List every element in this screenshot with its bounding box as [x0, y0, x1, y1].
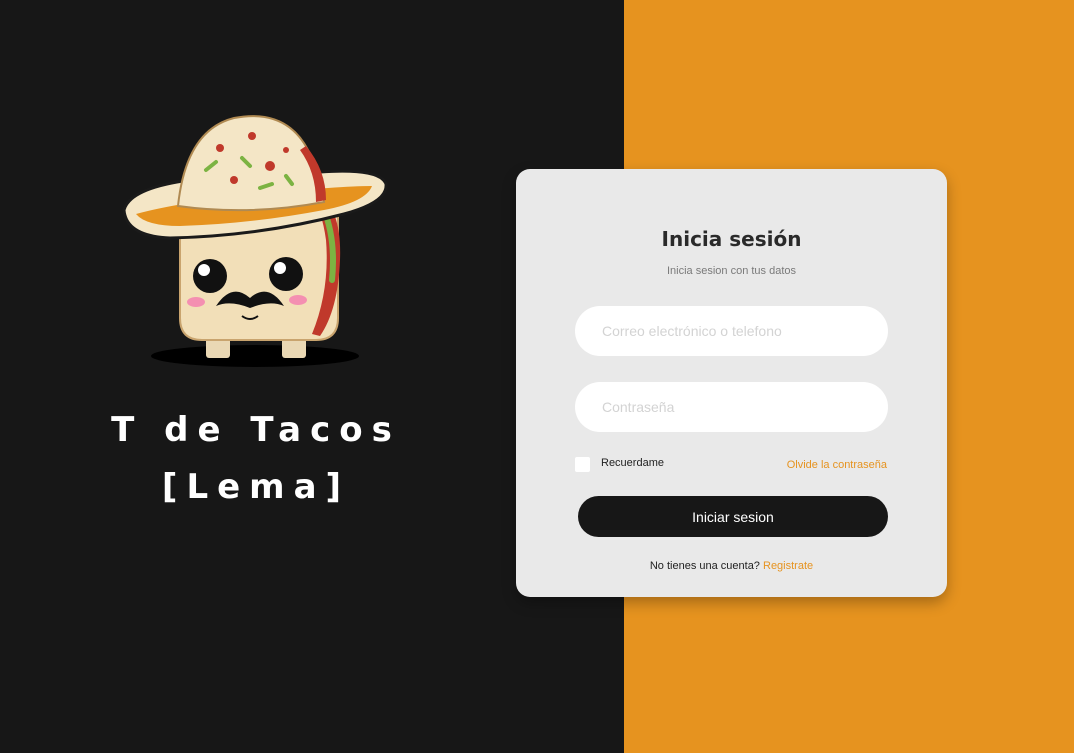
password-input[interactable] [575, 382, 888, 432]
login-subtitle: Inicia sesion con tus datos [666, 265, 797, 277]
signup-prompt: No tienes una cuenta? [649, 560, 760, 572]
brand-name: T de Tacos [111, 410, 401, 450]
brand-slogan: [Lema] [161, 467, 351, 507]
taco-mascot-icon [122, 115, 388, 367]
login-title: Inicia sesión [661, 227, 802, 251]
forgot-password-link[interactable]: Olvide la contraseña [787, 459, 887, 471]
signup-link[interactable]: Registrate [763, 560, 813, 572]
login-button[interactable]: Iniciar sesion [578, 496, 888, 537]
login-card: Inicia sesión Inicia sesion con tus dato… [516, 169, 947, 597]
remember-label: Recuerdame [601, 456, 664, 469]
signup-line: No tienes una cuenta? Registrate [516, 560, 947, 572]
remember-me: Recuerdame [575, 457, 664, 472]
email-input[interactable] [575, 306, 888, 356]
remember-checkbox[interactable] [575, 457, 590, 472]
